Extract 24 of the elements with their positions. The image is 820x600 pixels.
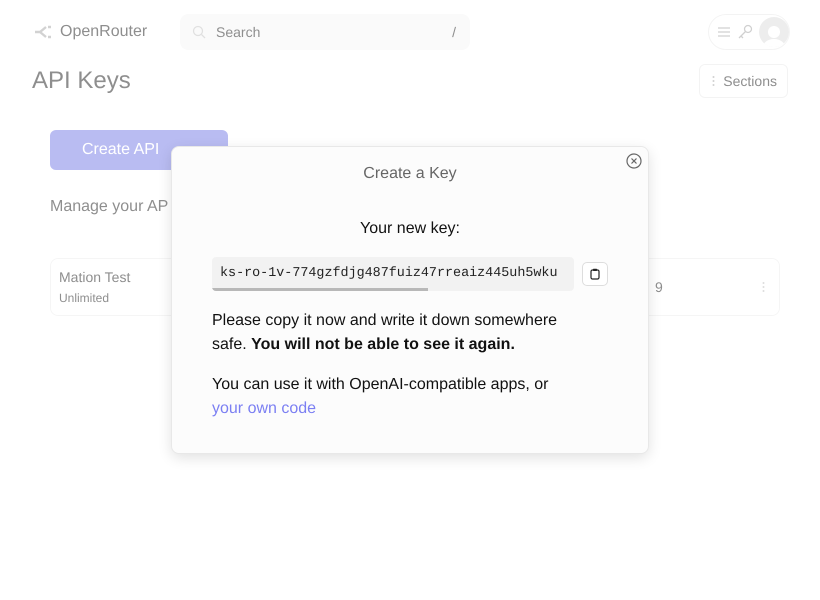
logo-icon	[34, 25, 52, 39]
dots-icon	[712, 75, 716, 87]
dialog-title: Create a Key	[362, 165, 458, 183]
search-icon	[192, 25, 206, 39]
page-title: API Keys	[32, 67, 131, 95]
close-icon[interactable]	[626, 153, 642, 169]
key-heading: Your new key:	[359, 220, 461, 238]
scrollbar-thumb[interactable]	[212, 288, 428, 291]
copy-icon[interactable]	[582, 262, 608, 286]
key-name: Mation Test	[59, 269, 130, 285]
search-field[interactable]: Search /	[180, 14, 470, 50]
search-placeholder: Search	[216, 24, 262, 40]
page-description: Manage your AP	[50, 198, 170, 216]
logo-text[interactable]: OpenRouter	[60, 23, 148, 41]
key-field[interactable]: ks-ro-1v-774gzfdjg487fuiz47rreaiz445uh5wku	[212, 257, 574, 291]
key-icon[interactable]	[737, 24, 753, 40]
key-limit: Unlimited	[59, 291, 110, 305]
shortcut-key: /	[452, 24, 456, 40]
warning-text: Please copy it now and write it down somewhere safe. You will not be able to see it again.	[212, 311, 558, 355]
usage-text: You can use it with OpenAI-compatible apps, or your own code	[212, 375, 550, 419]
menu-icon[interactable]	[717, 26, 731, 38]
own-code-link[interactable]: your own code	[212, 400, 316, 417]
sections-button[interactable]: Sections	[699, 64, 788, 98]
key-value: 9	[655, 279, 663, 295]
